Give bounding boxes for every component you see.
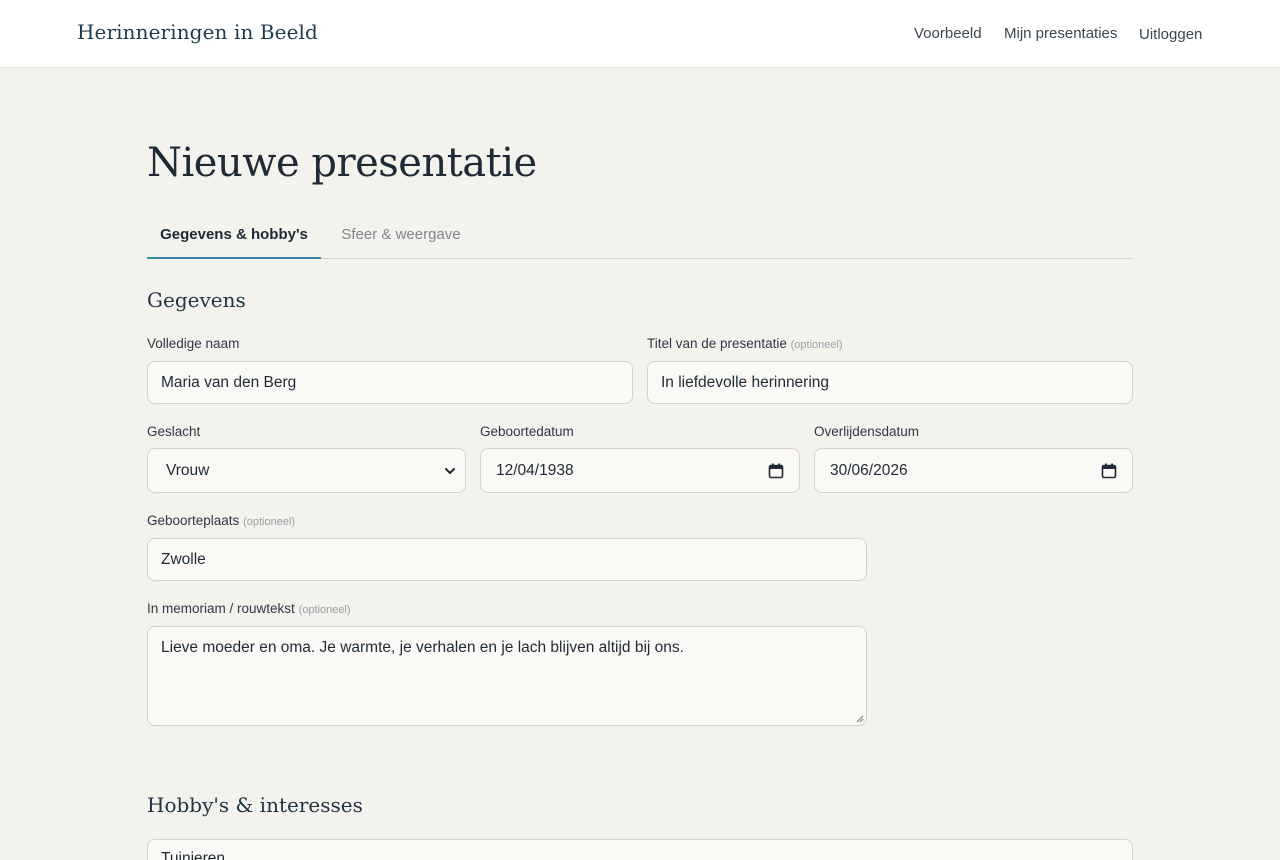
death-date-label-text: Overlijdensdatum [814, 424, 920, 439]
memoriam-value: Lieve moeder en oma. Je warmte, je verha… [161, 639, 684, 656]
brand-logo[interactable]: Herinneringen in Beeld [77, 20, 318, 44]
birth-place-label: Geboorteplaats (optioneel) [147, 513, 295, 528]
birth-place-value: Zwolle [161, 550, 206, 568]
death-date-label: Overlijdensdatum [814, 424, 919, 439]
nav-link-mijn-presentaties[interactable]: Mijn presentaties [1004, 25, 1117, 42]
section-heading-gegevens: Gegevens [147, 288, 246, 312]
chevron-down-icon [445, 467, 455, 474]
optional-tag: (optioneel) [243, 516, 296, 528]
title-label-text: Titel van de presentatie [647, 336, 787, 351]
gender-value: Vrouw [166, 461, 210, 479]
gender-select[interactable]: Vrouw [147, 448, 466, 493]
resize-handle-icon[interactable] [854, 713, 864, 723]
birth-place-label-text: Geboorteplaats [147, 513, 240, 528]
full-name-input[interactable]: Maria van den Berg [147, 361, 633, 404]
full-name-value: Maria van den Berg [161, 373, 297, 391]
hobby-input[interactable]: Tuinieren [147, 839, 1133, 860]
memoriam-label-text: In memoriam / rouwtekst [147, 601, 295, 616]
birth-date-label-text: Geboortedatum [480, 424, 574, 439]
birth-place-input[interactable]: Zwolle [147, 538, 867, 581]
memoriam-label: In memoriam / rouwtekst (optioneel) [147, 601, 351, 616]
gender-label-text: Geslacht [147, 424, 201, 439]
tab-sfeer-weergave[interactable]: Sfeer & weergave [321, 213, 481, 259]
page-title: Nieuwe presentatie [147, 140, 537, 186]
birth-date-input[interactable]: 12/04/1938 [480, 448, 800, 493]
top-navigation-bar: Herinneringen in Beeld Voorbeeld Mijn pr… [0, 0, 1280, 68]
tab-gegevens-hobbys[interactable]: Gegevens & hobby's [147, 213, 321, 259]
optional-tag: (optioneel) [298, 604, 351, 616]
gender-label: Geslacht [147, 424, 200, 439]
birth-date-value: 12/04/1938 [496, 461, 574, 479]
title-input[interactable]: In liefdevolle herinnering [647, 361, 1133, 404]
hobby-value: Tuinieren [161, 850, 226, 860]
full-name-label: Volledige naam [147, 336, 239, 351]
section-heading-hobbys: Hobby's & interesses [147, 793, 363, 817]
title-value: In liefdevolle herinnering [661, 373, 830, 391]
memoriam-textarea[interactable]: Lieve moeder en oma. Je warmte, je verha… [147, 626, 867, 726]
optional-tag: (optioneel) [790, 339, 843, 351]
full-name-label-text: Volledige naam [147, 336, 240, 351]
nav-link-voorbeeld[interactable]: Voorbeeld [914, 25, 982, 42]
nav-link-uitloggen[interactable]: Uitloggen [1139, 26, 1202, 43]
form-tabs: Gegevens & hobby's Sfeer & weergave [147, 213, 1133, 259]
calendar-icon[interactable] [1101, 463, 1117, 479]
birth-date-label: Geboortedatum [480, 424, 574, 439]
title-label: Titel van de presentatie (optioneel) [647, 336, 843, 351]
death-date-input[interactable]: 30/06/2026 [814, 448, 1133, 493]
death-date-value: 30/06/2026 [830, 461, 908, 479]
calendar-icon[interactable] [768, 463, 784, 479]
